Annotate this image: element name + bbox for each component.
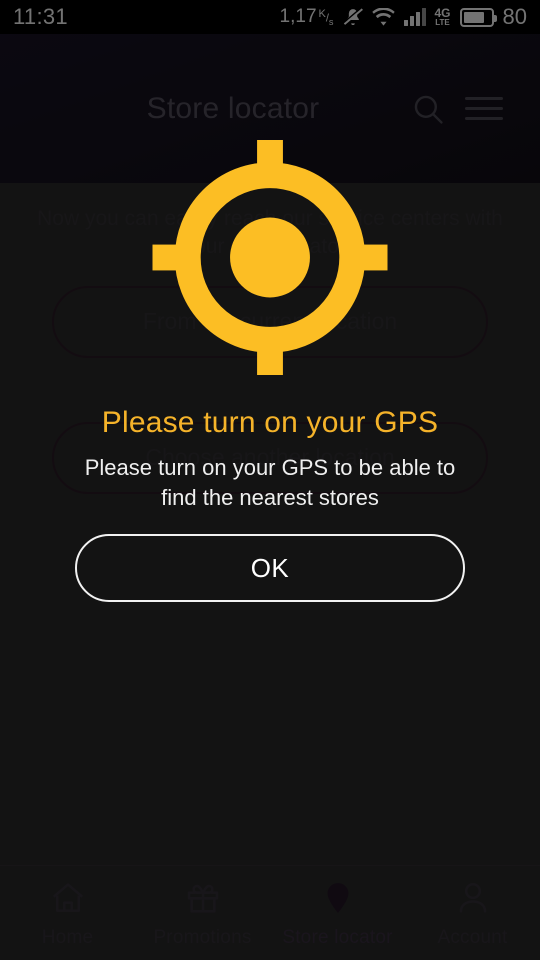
gps-crosshair-icon (152, 140, 388, 380)
gps-dialog: Please turn on your GPS Please turn on y… (0, 0, 540, 960)
dialog-message: Please turn on your GPS to be able to fi… (84, 455, 456, 511)
dialog-title: Please turn on your GPS (101, 406, 439, 439)
ok-button[interactable]: OK (75, 534, 465, 602)
app-screen: 11:31 1,17 K/s (0, 0, 540, 960)
